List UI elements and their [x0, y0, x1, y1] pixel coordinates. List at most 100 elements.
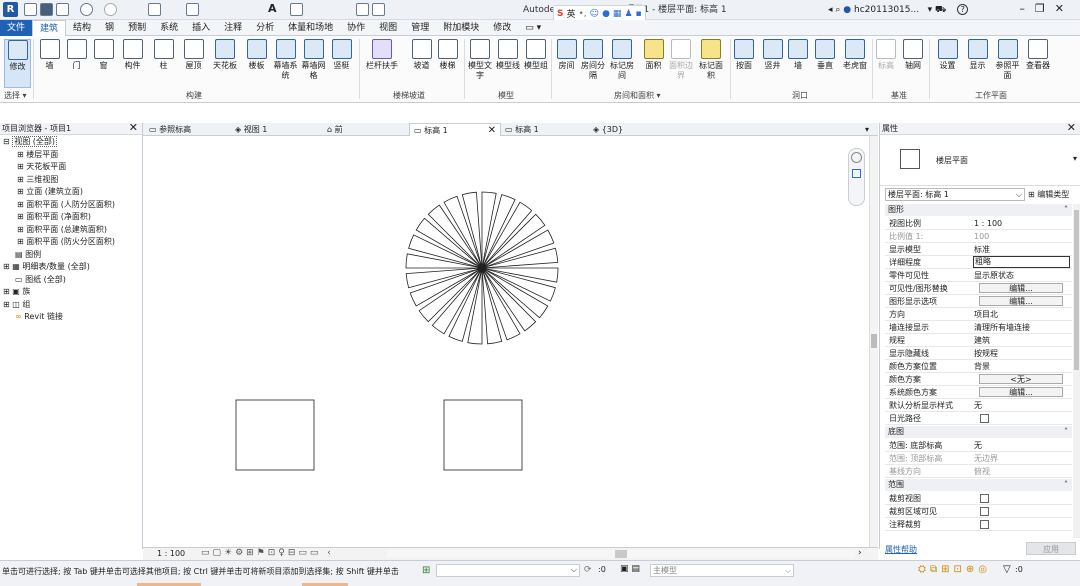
tree-item-schedules[interactable]: ⊞ ▦ 明细表/数量 (全部) — [0, 261, 142, 274]
area-button[interactable]: 面积 — [640, 39, 667, 71]
room-separator-button[interactable]: 房间分隔 — [581, 39, 605, 81]
section-graphics[interactable]: 图形 ˄ — [885, 204, 1072, 216]
model-text-button[interactable]: 模型文字 — [468, 39, 492, 81]
instance-selector[interactable]: 楼层平面: 标高 1 ⌵ — [885, 188, 1025, 201]
tab-steel[interactable]: 钢 — [98, 20, 121, 36]
prop-value[interactable]: 无 — [974, 399, 982, 412]
user-name[interactable]: hc20113015... — [854, 5, 919, 15]
vg-edit-button[interactable]: 编辑... — [979, 283, 1063, 293]
prop-value[interactable]: 建筑 — [974, 334, 990, 347]
view-control-icons[interactable]: ▭▢☀⚙⊞⚑⊡♀⊟▭▭ ‹ — [201, 548, 334, 558]
sun-path-checkbox[interactable] — [980, 414, 989, 423]
prop-value[interactable]: 无 — [974, 439, 982, 452]
tree-item-area-net[interactable]: ⊞ 面积平面 (净面积) — [0, 211, 142, 224]
door-button[interactable]: 门 — [63, 39, 90, 71]
text-icon[interactable]: A — [268, 3, 281, 16]
column-button[interactable]: 柱 — [150, 39, 177, 71]
scroll-thumb[interactable] — [1074, 210, 1079, 370]
vertical-scrollbar[interactable] — [869, 136, 878, 547]
model-group-button[interactable]: 模型组 — [524, 39, 548, 71]
close-icon[interactable]: ✕ — [129, 122, 138, 134]
tab-manage[interactable]: 管理 — [404, 20, 436, 36]
tab-addins[interactable]: 附加模块 — [436, 20, 486, 36]
tab-architecture[interactable]: 建筑 — [32, 19, 67, 36]
undo-icon[interactable] — [80, 3, 93, 16]
tab-collaborate[interactable]: 协作 — [340, 20, 372, 36]
minimize-icon[interactable]: – — [1019, 2, 1035, 15]
worksets-icon[interactable]: ⊞ — [422, 565, 430, 576]
design-options-icon[interactable]: ▣ ▤ — [620, 564, 640, 574]
view-scale[interactable]: 1 : 100 — [157, 549, 185, 558]
mullion-button[interactable]: 竖梃 — [328, 39, 355, 71]
tree-item-legends[interactable]: ▤ 图例 — [0, 249, 142, 262]
apply-button[interactable]: 应用 — [1026, 542, 1076, 555]
cart-icon[interactable]: ▾ ⛟ — [922, 5, 947, 15]
curtain-system-button[interactable]: 幕墙系统 — [272, 39, 299, 81]
view-tab-level1[interactable]: ▭ 标高 1 — [501, 123, 593, 136]
show-button[interactable]: 显示 — [964, 39, 991, 71]
ceiling-button[interactable]: 天花板 — [210, 39, 240, 71]
group-room-area[interactable]: 房间和面积 ▾ — [614, 90, 661, 101]
room-button[interactable]: 房间 — [553, 39, 580, 71]
tab-view[interactable]: 视图 — [372, 20, 404, 36]
group-select[interactable]: 选择 ▾ — [4, 90, 27, 101]
tree-item-floor-plans[interactable]: ⊞ 楼层平面 — [0, 149, 142, 162]
detail-level-field[interactable]: 粗略 — [973, 256, 1070, 268]
graphic-display-edit-button[interactable]: 编辑... — [979, 296, 1063, 306]
tab-insert[interactable]: 插入 — [185, 20, 217, 36]
editable-only-icon[interactable]: ⟳ — [584, 565, 592, 575]
open-icon[interactable] — [24, 3, 37, 16]
properties-help-link[interactable]: 属性帮助 — [885, 544, 917, 555]
switch-windows-icon[interactable] — [372, 3, 385, 16]
tree-item-ceiling-plans[interactable]: ⊞ 天花板平面 — [0, 161, 142, 174]
view-tab-front[interactable]: ⌂ 前 — [323, 123, 413, 136]
tree-item-3d-views[interactable]: ⊞ 三维视图 — [0, 174, 142, 187]
ref-plane-button[interactable]: 参照平面 — [994, 39, 1021, 81]
tree-item-elevations[interactable]: ⊞ 立面 (建筑立面) — [0, 186, 142, 199]
section-extents[interactable]: 范围 ˄ — [885, 479, 1072, 491]
tree-item-area-fire[interactable]: ⊞ 面积平面 (防火分区面积) — [0, 236, 142, 249]
edit-type-button[interactable]: ⊞ 编辑类型 — [1028, 188, 1069, 201]
close-icon[interactable]: ✕ — [1055, 2, 1074, 15]
tab-file[interactable]: 文件 — [0, 19, 33, 36]
floor-button[interactable]: 楼板 — [243, 39, 270, 71]
model-dropdown[interactable]: 主模型 ⌵ — [650, 564, 794, 577]
drawing-canvas[interactable] — [143, 136, 869, 547]
view-tab-view1[interactable]: ◈ 视图 1 — [231, 123, 323, 136]
wall-button[interactable]: 墙 — [36, 39, 63, 71]
prop-value[interactable]: 按规程 — [974, 347, 998, 360]
scroll-right-icon[interactable]: › — [858, 548, 862, 558]
tab-modify[interactable]: 修改 — [486, 20, 518, 36]
view-tab-ref-level[interactable]: ▭ 参照标高 — [145, 123, 231, 136]
measure-icon[interactable] — [186, 3, 199, 16]
tab-structure[interactable]: 结构 — [66, 20, 98, 36]
roof-button[interactable]: 屋顶 — [180, 39, 207, 71]
tab-precast[interactable]: 预制 — [121, 20, 153, 36]
vertical-opening-button[interactable]: 垂直 — [813, 39, 837, 71]
window-button[interactable]: 窗 — [90, 39, 117, 71]
prop-value[interactable]: 清理所有墙连接 — [974, 321, 1030, 334]
color-scheme-button[interactable]: <无> — [979, 374, 1063, 384]
revit-logo-icon[interactable]: R — [3, 2, 18, 17]
print-icon[interactable] — [148, 3, 161, 16]
crop-view-checkbox[interactable] — [980, 494, 989, 503]
tag-room-button[interactable]: 标记房间 — [610, 39, 634, 81]
shaft-button[interactable]: 竖井 — [759, 39, 786, 71]
selection-filters-icon[interactable]: ⛭⧉⊞⊡⊕◎ — [918, 564, 991, 575]
set-button[interactable]: 设置 — [934, 39, 961, 71]
tab-analyze[interactable]: 分析 — [249, 20, 281, 36]
redo-icon[interactable] — [104, 3, 117, 16]
view-tab-3d[interactable]: ◈ {3D} — [589, 123, 681, 136]
by-face-button[interactable]: 按面 — [733, 39, 755, 71]
save-icon[interactable] — [40, 3, 53, 16]
type-selector[interactable]: 楼层平面 ▾ — [880, 136, 1080, 186]
tab-massing[interactable]: 体量和场地 — [281, 20, 340, 36]
prop-value[interactable]: 标准 — [974, 243, 990, 256]
tree-item-area-gross[interactable]: ⊞ 面积平面 (总建筑面积) — [0, 224, 142, 237]
chevron-down-icon[interactable]: ▾ — [1073, 154, 1077, 163]
tree-item-groups[interactable]: ⊞ ◫ 组 — [0, 299, 142, 312]
model-line-button[interactable]: 模型线 — [496, 39, 520, 71]
search-icon[interactable]: ◂ ⌕ — [828, 5, 840, 15]
prop-value[interactable]: 背景 — [974, 360, 990, 373]
zoom-icon[interactable] — [852, 169, 861, 178]
